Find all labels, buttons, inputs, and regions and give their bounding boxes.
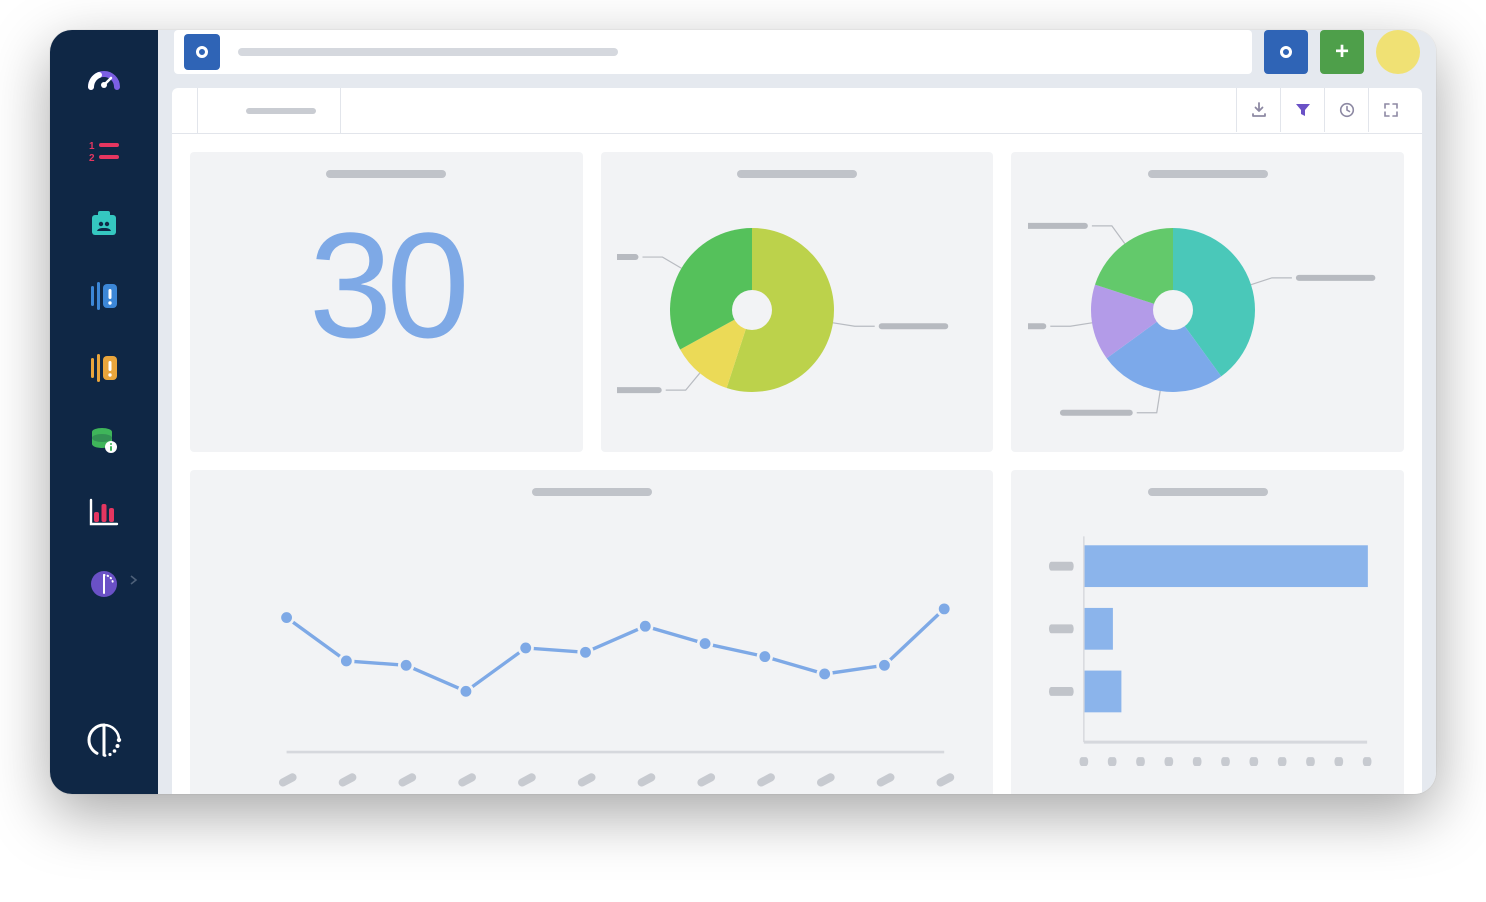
search-type-button[interactable] <box>184 34 220 70</box>
svg-text:1: 1 <box>89 141 95 152</box>
sidebar-item-ranked-list[interactable]: 1 2 <box>84 132 124 172</box>
main-area: + <box>158 30 1436 794</box>
bar-chart-icon <box>89 498 119 526</box>
team-badge-icon <box>89 209 119 239</box>
history-button[interactable] <box>1324 88 1368 132</box>
page-header <box>172 88 1422 134</box>
search-bar[interactable] <box>174 30 1252 74</box>
line-chart-card <box>190 470 993 794</box>
filter-icon <box>1295 102 1311 118</box>
card-title <box>1148 488 1268 496</box>
sidebar-item-dashboard[interactable] <box>84 60 124 100</box>
pie-chart-card-2 <box>1011 152 1404 452</box>
pie-chart-2 <box>1028 190 1388 420</box>
circle-icon <box>1280 46 1292 58</box>
app-window: 1 2 <box>50 30 1436 794</box>
plus-icon: + <box>1335 40 1349 64</box>
sidebar: 1 2 <box>50 30 158 794</box>
circle-icon <box>196 46 208 58</box>
card-title <box>532 488 652 496</box>
logo-icon <box>81 717 127 763</box>
filter-button[interactable] <box>1280 88 1324 132</box>
card-title <box>737 170 857 178</box>
clock-icon <box>1339 102 1355 118</box>
line-chart <box>212 508 971 794</box>
sidebar-logo[interactable] <box>80 730 128 778</box>
download-button[interactable] <box>1236 88 1280 132</box>
sidebar-item-blue-alerts[interactable] <box>84 276 124 316</box>
search-input[interactable] <box>238 48 618 56</box>
dashboard-grid: 30 <box>172 134 1422 794</box>
chevron-right-icon <box>130 575 138 585</box>
alert-bars-icon <box>89 354 119 382</box>
sidebar-item-team[interactable] <box>84 204 124 244</box>
download-icon <box>1251 102 1267 118</box>
tab-label <box>246 108 316 114</box>
fullscreen-icon <box>1383 102 1399 118</box>
user-avatar[interactable] <box>1376 30 1420 74</box>
sidebar-item-orange-alerts[interactable] <box>84 348 124 388</box>
tab-active[interactable] <box>198 88 341 133</box>
card-title <box>1148 170 1268 178</box>
logo-small-icon <box>89 569 119 599</box>
add-button[interactable]: + <box>1320 30 1364 74</box>
metric-card: 30 <box>190 152 583 452</box>
ranked-list-icon: 1 2 <box>89 140 119 164</box>
sidebar-item-logo-link[interactable] <box>84 564 124 604</box>
alert-bars-icon <box>89 282 119 310</box>
bar-chart <box>1033 508 1382 794</box>
pie-chart-1 <box>617 190 977 420</box>
fullscreen-button[interactable] <box>1368 88 1412 132</box>
sidebar-item-data-info[interactable] <box>84 420 124 460</box>
database-info-icon <box>89 425 119 455</box>
pie-chart-card-1 <box>601 152 994 452</box>
svg-text:2: 2 <box>89 153 95 164</box>
metric-value: 30 <box>309 210 464 360</box>
quick-action-button[interactable] <box>1264 30 1308 74</box>
sidebar-item-chart-report[interactable] <box>84 492 124 532</box>
topbar: + <box>158 30 1436 74</box>
card-title <box>326 170 446 178</box>
bar-chart-card <box>1011 470 1404 794</box>
gauge-icon <box>87 63 121 97</box>
page-panel: 30 <box>172 88 1422 794</box>
